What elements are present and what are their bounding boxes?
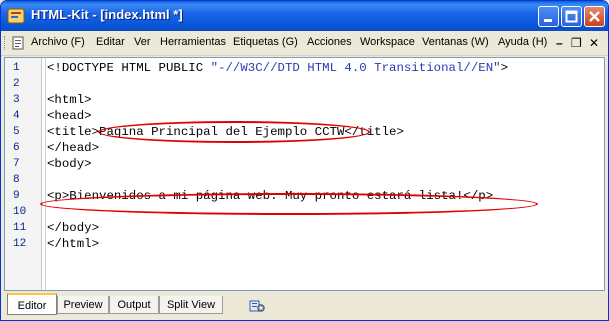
title-bar[interactable]: HTML-Kit - [index.html *] xyxy=(1,1,608,31)
code-line[interactable]: <html> xyxy=(47,92,92,108)
code-line[interactable]: </body> xyxy=(47,220,99,236)
code-line[interactable]: <body> xyxy=(47,156,92,172)
minimize-button[interactable] xyxy=(538,6,559,27)
menu-editar[interactable]: Editar xyxy=(96,36,125,48)
menu-grip[interactable] xyxy=(4,36,8,50)
tab-output[interactable]: Output xyxy=(109,296,159,314)
tab-editor[interactable]: Editor xyxy=(7,293,57,315)
menu-workspace[interactable]: Workspace xyxy=(360,36,415,48)
tab-preview[interactable]: Preview xyxy=(57,296,109,314)
line-number: 3 xyxy=(13,94,20,106)
line-number: 9 xyxy=(13,190,20,202)
menu-ventanas[interactable]: Ventanas (W) xyxy=(422,36,489,48)
code-text: > xyxy=(500,61,509,75)
code-line[interactable]: </head> xyxy=(47,140,99,156)
menu-ver[interactable]: Ver xyxy=(134,36,151,48)
line-number: 8 xyxy=(13,174,20,186)
line-number: 4 xyxy=(13,110,20,122)
line-number: 2 xyxy=(13,78,20,90)
html-kit-app-icon[interactable] xyxy=(7,7,25,25)
paragraph-highlight-ellipse xyxy=(40,193,538,215)
mdi-close-button[interactable]: ✕ xyxy=(589,36,599,50)
menu-archivo[interactable]: Archivo (F) xyxy=(31,36,85,48)
line-number: 6 xyxy=(13,142,20,154)
code-line[interactable]: </html> xyxy=(47,236,99,252)
code-editor[interactable]: 1 2 3 4 5 6 7 8 9 10 11 12 <!DOCTYPE HTM… xyxy=(4,57,605,291)
maximize-button[interactable] xyxy=(561,6,582,27)
code-line[interactable]: <head> xyxy=(47,108,92,124)
line-number: 5 xyxy=(13,126,20,138)
line-number-gutter: 1 2 3 4 5 6 7 8 9 10 11 12 xyxy=(5,58,42,290)
mdi-restore-button[interactable]: ❐ xyxy=(571,36,582,50)
mdi-minimize-button[interactable]: – xyxy=(556,36,563,50)
line-number: 10 xyxy=(13,206,27,218)
minimize-icon xyxy=(544,19,552,22)
view-tab-bar: Editor Preview Output Split View xyxy=(1,293,608,320)
menu-ayuda[interactable]: Ayuda (H) xyxy=(498,36,547,48)
menu-etiquetas[interactable]: Etiquetas (G) xyxy=(233,36,298,48)
close-button[interactable] xyxy=(584,6,605,27)
window-title: HTML-Kit - [index.html *] xyxy=(31,7,183,22)
line-number: 1 xyxy=(13,62,20,74)
menu-acciones[interactable]: Acciones xyxy=(307,36,352,48)
tab-split-view[interactable]: Split View xyxy=(159,296,223,314)
menu-herramientas[interactable]: Herramientas xyxy=(160,36,226,48)
code-line-doctype[interactable]: <!DOCTYPE HTML PUBLIC "-//W3C//DTD HTML … xyxy=(47,60,508,76)
app-window: HTML-Kit - [index.html *] Archivo (F) Ed… xyxy=(0,0,609,321)
title-highlight-ellipse xyxy=(98,121,370,143)
code-string: "-//W3C//DTD HTML 4.0 Transitional//EN" xyxy=(210,61,501,75)
editor-margin-line xyxy=(45,58,46,290)
close-icon xyxy=(589,11,600,22)
line-number: 11 xyxy=(13,222,27,234)
workspace-tools-icon[interactable] xyxy=(249,298,265,314)
line-number: 7 xyxy=(13,158,20,170)
document-icon[interactable] xyxy=(11,36,25,50)
menu-bar: Archivo (F) Editar Ver Herramientas Etiq… xyxy=(1,31,608,56)
line-number: 12 xyxy=(13,238,27,250)
maximize-icon xyxy=(565,10,578,23)
code-text: <!DOCTYPE HTML PUBLIC xyxy=(47,61,211,75)
